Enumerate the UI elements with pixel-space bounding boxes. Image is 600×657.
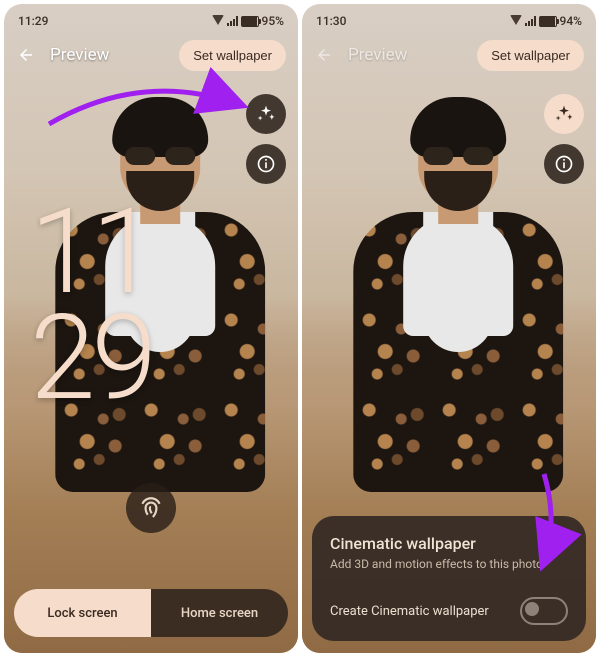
sheet-subtitle: Add 3D and motion effects to this photo	[330, 557, 568, 571]
fingerprint-button[interactable]	[126, 483, 176, 533]
back-icon	[315, 46, 333, 64]
info-icon	[256, 154, 276, 174]
lock-screen-clock: 11 29	[30, 199, 153, 411]
battery-icon	[539, 16, 557, 27]
preview-tabs: Lock screen Home screen	[14, 589, 288, 637]
wifi-icon	[510, 15, 522, 25]
signal-icon	[525, 16, 536, 26]
back-button[interactable]	[16, 45, 36, 65]
effects-button[interactable]	[544, 94, 584, 134]
info-button[interactable]	[246, 144, 286, 184]
wallpaper-photo	[343, 104, 573, 524]
page-title: Preview	[50, 45, 109, 65]
set-wallpaper-button[interactable]: Set wallpaper	[179, 40, 286, 71]
battery-icon	[241, 16, 259, 27]
wifi-icon	[212, 15, 224, 25]
back-button[interactable]	[314, 45, 334, 65]
top-app-bar: Preview Set wallpaper	[302, 32, 596, 78]
top-app-bar: Preview Set wallpaper	[4, 32, 298, 78]
status-bar: 11:29 95%	[4, 4, 298, 34]
sheet-title: Cinematic wallpaper	[330, 534, 568, 553]
cinematic-toggle[interactable]	[520, 597, 568, 625]
sparkles-icon	[256, 104, 276, 124]
info-button[interactable]	[544, 144, 584, 184]
status-time: 11:29	[18, 14, 48, 28]
set-wallpaper-button[interactable]: Set wallpaper	[477, 40, 584, 71]
fingerprint-icon	[138, 495, 164, 521]
status-bar: 11:30 94%	[302, 4, 596, 34]
battery-percent: 94%	[560, 14, 582, 28]
clock-minute: 29	[30, 305, 153, 411]
tab-home-screen[interactable]: Home screen	[151, 589, 288, 637]
info-icon	[554, 154, 574, 174]
page-title: Preview	[348, 45, 407, 65]
status-time: 11:30	[316, 14, 346, 28]
status-right: 95%	[212, 14, 284, 28]
battery-percent: 95%	[262, 14, 284, 28]
cinematic-sheet: Cinematic wallpaper Add 3D and motion ef…	[312, 516, 586, 641]
effects-button[interactable]	[246, 94, 286, 134]
screenshot-left: 11:29 95% Preview Set wallpaper	[4, 4, 298, 653]
tab-lock-screen[interactable]: Lock screen	[14, 589, 151, 637]
signal-icon	[227, 16, 238, 26]
toggle-label: Create Cinematic wallpaper	[330, 604, 489, 619]
back-icon	[17, 46, 35, 64]
sparkles-icon	[554, 104, 574, 124]
status-right: 94%	[510, 14, 582, 28]
screenshot-right: 11:30 94% Preview Set wallpaper	[302, 4, 596, 653]
